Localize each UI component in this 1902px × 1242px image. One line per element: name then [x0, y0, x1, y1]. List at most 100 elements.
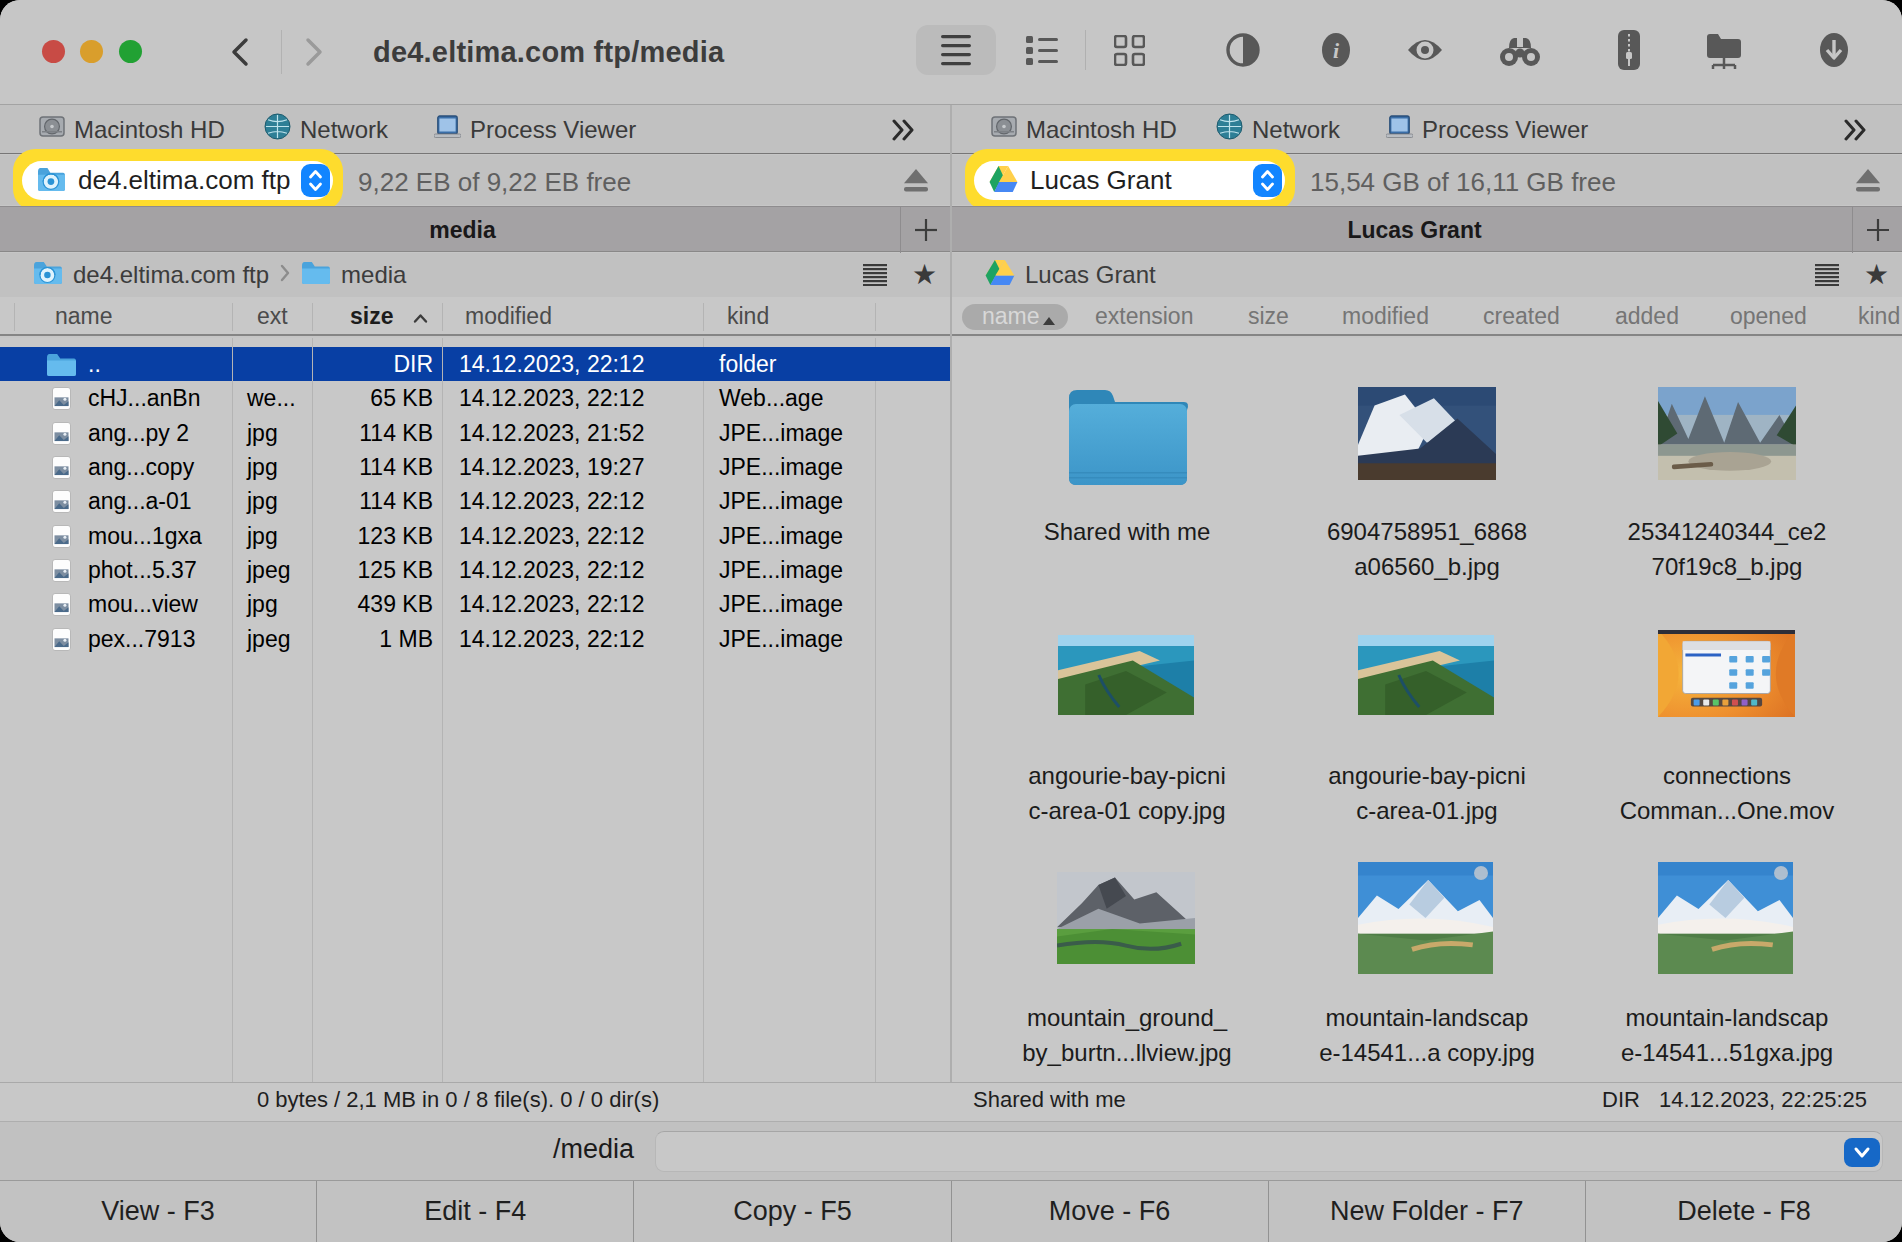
breadcrumb-item[interactable]: Lucas Grant [1025, 261, 1156, 289]
favorites-label: Process Viewer [1422, 116, 1588, 144]
grid-item-label[interactable]: Shared with me [987, 514, 1267, 549]
pane-divider[interactable] [950, 105, 952, 1121]
grid-item-label[interactable]: connectionsComman...One.mov [1587, 758, 1867, 828]
favorites-item-network[interactable]: Network [264, 105, 388, 154]
favorites-item-process-viewer[interactable]: Process Viewer [434, 105, 636, 154]
column-header-modified[interactable]: modified [465, 303, 552, 330]
file-thumbnail[interactable] [1057, 872, 1195, 964]
table-row[interactable]: pex...7913jpeg1 MB14.12.2023, 22:12JPE..… [0, 622, 950, 656]
breadcrumb-item[interactable]: media [341, 261, 406, 289]
favorites-item-network[interactable]: Network [1216, 105, 1340, 154]
breadcrumb-item[interactable]: de4.eltima.com ftp [73, 261, 269, 289]
grid-item-name-line2: e-14541...a copy.jpg [1287, 1035, 1567, 1070]
table-row[interactable]: cHJ...anBnwe...65 KB14.12.2023, 22:12Web… [0, 381, 950, 415]
table-row[interactable]: ..DIR14.12.2023, 22:12folder [0, 347, 950, 381]
cell-size: 123 KB [312, 523, 433, 550]
table-row[interactable]: phot...5.37jpeg125 KB14.12.2023, 22:12JP… [0, 553, 950, 587]
grid-item-label[interactable]: mountain_ground_by_burtn...llview.jpg [987, 1000, 1267, 1070]
zoom-button[interactable] [119, 40, 142, 63]
column-header-added[interactable]: added [1615, 303, 1679, 330]
view-mode-icon[interactable] [863, 264, 887, 290]
table-row[interactable]: ang...a-01jpg114 KB14.12.2023, 22:12JPE.… [0, 484, 950, 518]
show-hidden-icon[interactable] [1406, 34, 1444, 70]
file-thumbnail[interactable] [1358, 387, 1496, 480]
close-button[interactable] [42, 40, 65, 63]
column-header-kind[interactable]: kind [727, 303, 769, 330]
view-mode-icon[interactable] [1815, 264, 1839, 290]
table-row[interactable]: ang...py 2jpg114 KB14.12.2023, 21:52JPE.… [0, 416, 950, 450]
network-icon[interactable] [1705, 31, 1743, 74]
file-thumbnail[interactable] [1058, 635, 1194, 715]
column-header-size[interactable]: size [1248, 303, 1289, 330]
cell-name: pex...7913 [88, 626, 195, 653]
view-grid-icon[interactable] [1114, 35, 1145, 70]
file-thumbnail[interactable] [1658, 862, 1793, 974]
drive-selector[interactable]: de4.eltima.com ftp [22, 161, 333, 200]
table-row[interactable]: mou...viewjpg439 KB14.12.2023, 22:12JPE.… [0, 587, 950, 621]
more-favorites-icon[interactable] [1843, 119, 1869, 145]
favorites-item-macintosh-hd[interactable]: Macintosh HD [991, 105, 1177, 154]
column-header-ext[interactable]: ext [257, 303, 288, 330]
eject-icon[interactable] [1856, 169, 1880, 196]
file-thumbnail[interactable] [1658, 387, 1796, 480]
cell-kind: JPE...image [719, 454, 843, 481]
command-input[interactable] [655, 1131, 1883, 1172]
function-key-move-f6[interactable]: Move - F6 [951, 1181, 1268, 1242]
drive-selector-stepper[interactable] [1253, 164, 1282, 197]
column-header-created[interactable]: created [1483, 303, 1560, 330]
column-header-extension[interactable]: extension [1095, 303, 1193, 330]
grid-item-label[interactable]: angourie-bay-picnic-area-01.jpg [1287, 758, 1567, 828]
grid-item-label[interactable]: mountain-landscape-14541...a copy.jpg [1287, 1000, 1567, 1070]
function-key-view-f3[interactable]: View - F3 [0, 1181, 316, 1242]
google-drive-icon [989, 166, 1018, 196]
forward-icon[interactable] [302, 36, 326, 68]
breadcrumb-right: Lucas Grant [985, 253, 1156, 297]
new-tab-icon[interactable] [913, 217, 939, 247]
grid-item-name-line1: angourie-bay-picni [1287, 758, 1567, 793]
function-key-edit-f4[interactable]: Edit - F4 [316, 1181, 633, 1242]
drive-selector-stepper[interactable] [301, 164, 330, 197]
command-history-button[interactable] [1844, 1138, 1880, 1167]
view-detail-icon[interactable] [1026, 36, 1058, 69]
archive-icon[interactable] [1613, 30, 1645, 74]
column-header-separator [442, 303, 443, 331]
eject-icon[interactable] [904, 169, 928, 196]
file-thumbnail[interactable] [1358, 635, 1494, 715]
tab-title-left[interactable]: media [0, 207, 925, 253]
column-header-name[interactable]: name [982, 303, 1040, 330]
table-row[interactable]: ang...copyjpg114 KB14.12.2023, 19:27JPE.… [0, 450, 950, 484]
tab-title-right[interactable]: Lucas Grant [952, 207, 1877, 253]
toggle-panel-icon[interactable] [1226, 33, 1260, 71]
function-key-copy-f5[interactable]: Copy - F5 [633, 1181, 950, 1242]
column-header-name[interactable]: name [55, 303, 113, 330]
grid-item-label[interactable]: angourie-bay-picnic-area-01 copy.jpg [987, 758, 1267, 828]
back-icon[interactable] [228, 36, 252, 68]
image-file-icon [52, 422, 71, 451]
folder-thumbnail[interactable] [1063, 380, 1190, 488]
image-file-icon [52, 490, 71, 519]
column-header-modified[interactable]: modified [1342, 303, 1429, 330]
column-header-opened[interactable]: opened [1730, 303, 1807, 330]
favorites-item-process-viewer[interactable]: Process Viewer [1386, 105, 1588, 154]
grid-item-label[interactable]: 25341240344_ce270f19c8_b.jpg [1587, 514, 1867, 584]
info-icon[interactable]: i [1321, 32, 1351, 72]
favorites-item-macintosh-hd[interactable]: Macintosh HD [39, 105, 225, 154]
function-key-delete-f8[interactable]: Delete - F8 [1585, 1181, 1902, 1242]
download-icon[interactable] [1819, 32, 1849, 72]
more-favorites-icon[interactable] [891, 119, 917, 145]
favorite-star-icon[interactable]: ★ [1864, 258, 1889, 291]
favorite-star-icon[interactable]: ★ [912, 258, 937, 291]
minimize-button[interactable] [80, 40, 103, 63]
file-thumbnail[interactable] [1358, 862, 1493, 974]
function-key-new-folder-f7[interactable]: New Folder - F7 [1268, 1181, 1585, 1242]
file-thumbnail[interactable] [1658, 630, 1795, 717]
search-icon[interactable] [1499, 33, 1541, 71]
drive-selector[interactable]: Lucas Grant [974, 161, 1285, 200]
column-header-kind[interactable]: kind [1858, 303, 1900, 330]
grid-item-label[interactable]: mountain-landscape-14541...51gxa.jpg [1587, 1000, 1867, 1070]
view-list-icon[interactable] [940, 35, 972, 70]
grid-item-label[interactable]: 6904758951_6868a06560_b.jpg [1287, 514, 1567, 584]
table-row[interactable]: mou...1gxajpg123 KB14.12.2023, 22:12JPE.… [0, 519, 950, 553]
new-tab-icon[interactable] [1865, 217, 1891, 247]
column-header-size[interactable]: size [350, 303, 393, 330]
